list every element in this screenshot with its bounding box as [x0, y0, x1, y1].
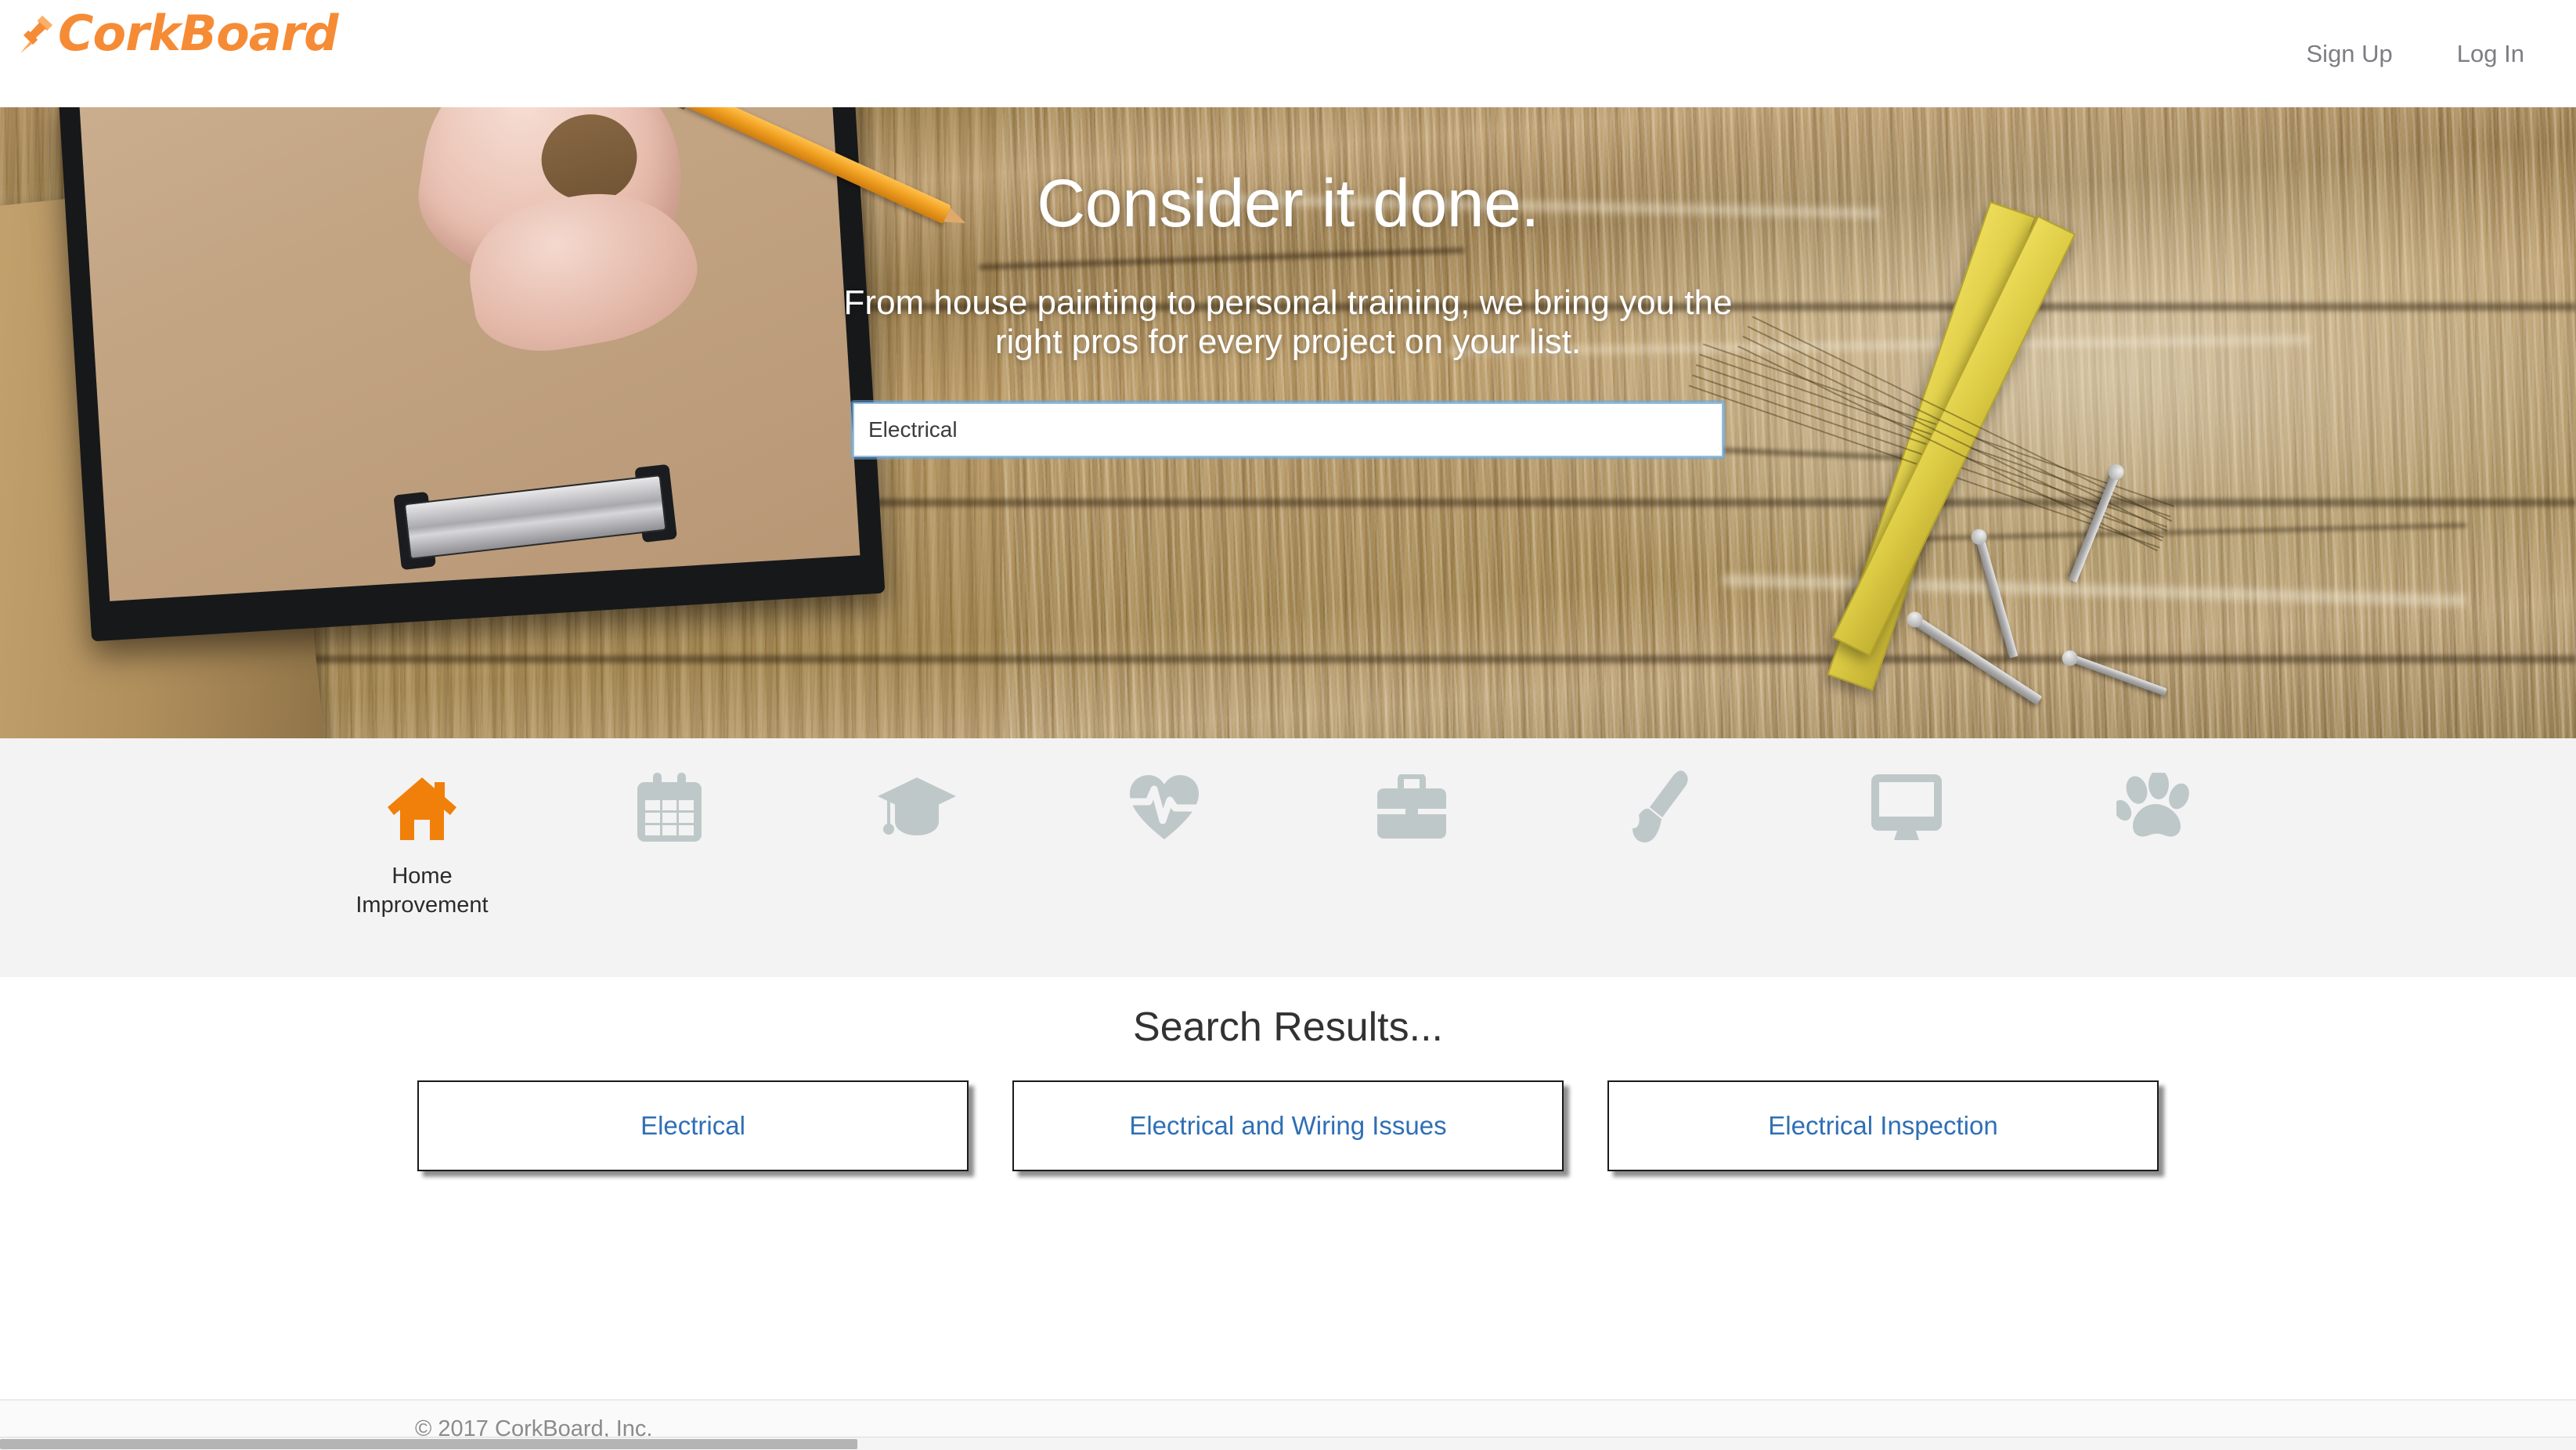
graduation-cap-icon: [876, 770, 958, 845]
category-band: Home Improvement: [0, 738, 2576, 977]
category-item-computers[interactable]: [1820, 770, 1993, 977]
sign-up-link[interactable]: Sign Up: [2307, 40, 2393, 68]
logo-text: CorkBoard: [58, 5, 339, 62]
hero-banner: Consider it done. From house painting to…: [0, 107, 2576, 738]
site-header: CorkBoard Sign Up Log In: [0, 0, 2576, 107]
pushpin-icon: [19, 13, 55, 54]
category-item-business[interactable]: [1326, 770, 1498, 977]
search-input[interactable]: [853, 402, 1723, 458]
search-results-grid: Electrical Electrical and Wiring Issues …: [0, 1080, 2576, 1171]
briefcase-icon: [1374, 770, 1449, 845]
result-card-label: Electrical: [640, 1111, 745, 1140]
category-list: Home Improvement: [0, 738, 2576, 977]
log-in-link[interactable]: Log In: [2457, 40, 2524, 68]
result-card-label: Electrical and Wiring Issues: [1129, 1111, 1447, 1140]
logo[interactable]: CorkBoard: [19, 5, 339, 62]
category-item-art[interactable]: [1573, 770, 1745, 977]
category-label-home-improvement: Home Improvement: [355, 864, 489, 918]
calendar-icon: [634, 770, 705, 845]
hero-title: Consider it done.: [1037, 166, 1539, 241]
result-card-electrical-inspection[interactable]: Electrical Inspection: [1607, 1080, 2159, 1171]
desktop-monitor-icon: [1869, 770, 1944, 845]
search-results-section: Search Results... Electrical Electrical …: [0, 977, 2576, 1171]
category-item-health[interactable]: [1078, 770, 1250, 977]
hero-subtitle: From house painting to personal training…: [843, 283, 1733, 362]
header-nav: Sign Up Log In: [2307, 0, 2525, 107]
result-card-electrical[interactable]: Electrical: [417, 1080, 969, 1171]
hero-content: Consider it done. From house painting to…: [0, 107, 2576, 738]
category-item-home-improvement[interactable]: Home Improvement: [336, 770, 508, 977]
paw-print-icon: [2116, 770, 2192, 845]
category-item-education[interactable]: [831, 770, 1003, 977]
horizontal-scrollbar-thumb[interactable]: [0, 1439, 857, 1449]
result-card-electrical-and-wiring-issues[interactable]: Electrical and Wiring Issues: [1012, 1080, 1564, 1171]
category-item-calendar[interactable]: [583, 770, 756, 977]
heartbeat-icon: [1128, 770, 1200, 845]
result-card-label: Electrical Inspection: [1768, 1111, 1998, 1140]
home-icon: [384, 770, 460, 845]
hero-search-row: [853, 402, 1723, 458]
horizontal-scrollbar[interactable]: [0, 1437, 2576, 1450]
search-results-heading: Search Results...: [1133, 1005, 1443, 1050]
paintbrush-icon: [1628, 770, 1690, 845]
category-item-pets[interactable]: [2068, 770, 2240, 977]
